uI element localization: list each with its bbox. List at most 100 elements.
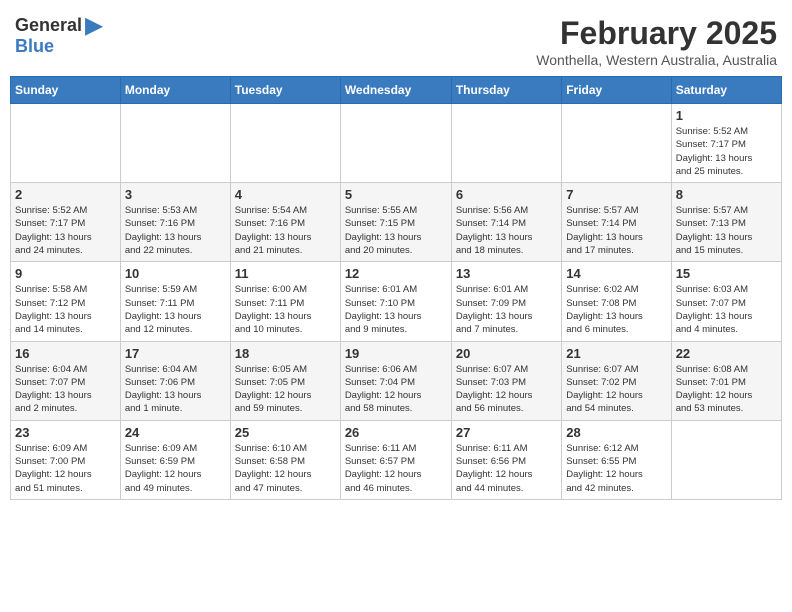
day-cell: 11 Sunrise: 6:00 AM Sunset: 7:11 PM Dayli… (230, 262, 340, 341)
day-cell: 10Sunrise: 5:59 AM Sunset: 7:11 PM Dayli… (120, 262, 230, 341)
weekday-header-thursday: Thursday (451, 77, 561, 104)
day-number: 17 (125, 346, 226, 361)
day-info: Sunrise: 6:10 AM Sunset: 6:58 PM Dayligh… (235, 442, 336, 495)
day-cell: 19Sunrise: 6:06 AM Sunset: 7:04 PM Dayli… (340, 341, 451, 420)
logo-blue-text: Blue (15, 36, 54, 56)
day-number: 28 (566, 425, 666, 440)
day-info: Sunrise: 6:07 AM Sunset: 7:03 PM Dayligh… (456, 363, 557, 416)
day-number: 22 (676, 346, 777, 361)
weekday-header-sunday: Sunday (11, 77, 121, 104)
day-number: 14 (566, 266, 666, 281)
day-info: Sunrise: 6:03 AM Sunset: 7:07 PM Dayligh… (676, 283, 777, 336)
weekday-header-row: SundayMondayTuesdayWednesdayThursdayFrid… (11, 77, 782, 104)
day-cell (120, 104, 230, 183)
weekday-header-monday: Monday (120, 77, 230, 104)
day-number: 15 (676, 266, 777, 281)
day-cell: 23 Sunrise: 6:09 AM Sunset: 7:00 PM Dayli… (11, 420, 121, 499)
week-row-2: 9 Sunrise: 5:58 AM Sunset: 7:12 PM Daylig… (11, 262, 782, 341)
day-cell: 26 Sunrise: 6:11 AM Sunset: 6:57 PM Dayli… (340, 420, 451, 499)
day-number: 11 (235, 266, 336, 281)
day-cell: 8Sunrise: 5:57 AM Sunset: 7:13 PM Daylig… (671, 183, 781, 262)
day-info: Sunrise: 5:56 AM Sunset: 7:14 PM Dayligh… (456, 204, 557, 257)
day-cell: 15 Sunrise: 6:03 AM Sunset: 7:07 PM Dayli… (671, 262, 781, 341)
day-number: 12 (345, 266, 447, 281)
day-number: 23 (15, 425, 116, 440)
day-number: 1 (676, 108, 777, 123)
day-number: 4 (235, 187, 336, 202)
day-number: 26 (345, 425, 447, 440)
day-info: Sunrise: 6:11 AM Sunset: 6:56 PM Dayligh… (456, 442, 557, 495)
day-cell: 27 Sunrise: 6:11 AM Sunset: 6:56 PM Dayli… (451, 420, 561, 499)
day-cell (562, 104, 671, 183)
day-cell: 7Sunrise: 5:57 AM Sunset: 7:14 PM Daylig… (562, 183, 671, 262)
day-cell: 13 Sunrise: 6:01 AM Sunset: 7:09 PM Dayli… (451, 262, 561, 341)
day-info: Sunrise: 6:08 AM Sunset: 7:01 PM Dayligh… (676, 363, 777, 416)
title-block: February 2025 Wonthella, Western Austral… (536, 15, 777, 68)
day-info: Sunrise: 6:11 AM Sunset: 6:57 PM Dayligh… (345, 442, 447, 495)
day-info: Sunrise: 6:04 AM Sunset: 7:07 PM Dayligh… (15, 363, 116, 416)
day-cell: 21 Sunrise: 6:07 AM Sunset: 7:02 PM Dayli… (562, 341, 671, 420)
day-info: Sunrise: 6:09 AM Sunset: 7:00 PM Dayligh… (15, 442, 116, 495)
logo-general-text: General (15, 15, 82, 35)
day-cell (340, 104, 451, 183)
day-cell: 16Sunrise: 6:04 AM Sunset: 7:07 PM Dayli… (11, 341, 121, 420)
day-number: 3 (125, 187, 226, 202)
day-info: Sunrise: 5:57 AM Sunset: 7:14 PM Dayligh… (566, 204, 666, 257)
month-title: February 2025 (536, 15, 777, 52)
location: Wonthella, Western Australia, Australia (536, 52, 777, 68)
day-cell: 24 Sunrise: 6:09 AM Sunset: 6:59 PM Dayli… (120, 420, 230, 499)
day-info: Sunrise: 6:12 AM Sunset: 6:55 PM Dayligh… (566, 442, 666, 495)
day-number: 9 (15, 266, 116, 281)
day-cell: 14 Sunrise: 6:02 AM Sunset: 7:08 PM Dayli… (562, 262, 671, 341)
day-info: Sunrise: 5:55 AM Sunset: 7:15 PM Dayligh… (345, 204, 447, 257)
day-number: 6 (456, 187, 557, 202)
day-info: Sunrise: 5:58 AM Sunset: 7:12 PM Dayligh… (15, 283, 116, 336)
day-cell: 1 Sunrise: 5:52 AM Sunset: 7:17 PM Daylig… (671, 104, 781, 183)
day-cell: 4 Sunrise: 5:54 AM Sunset: 7:16 PM Daylig… (230, 183, 340, 262)
weekday-header-wednesday: Wednesday (340, 77, 451, 104)
week-row-3: 16Sunrise: 6:04 AM Sunset: 7:07 PM Dayli… (11, 341, 782, 420)
day-cell: 6 Sunrise: 5:56 AM Sunset: 7:14 PM Daylig… (451, 183, 561, 262)
day-info: Sunrise: 5:54 AM Sunset: 7:16 PM Dayligh… (235, 204, 336, 257)
day-info: Sunrise: 5:59 AM Sunset: 7:11 PM Dayligh… (125, 283, 226, 336)
day-cell: 25 Sunrise: 6:10 AM Sunset: 6:58 PM Dayli… (230, 420, 340, 499)
day-cell: 12 Sunrise: 6:01 AM Sunset: 7:10 PM Dayli… (340, 262, 451, 341)
day-info: Sunrise: 6:00 AM Sunset: 7:11 PM Dayligh… (235, 283, 336, 336)
day-number: 2 (15, 187, 116, 202)
day-info: Sunrise: 6:07 AM Sunset: 7:02 PM Dayligh… (566, 363, 666, 416)
calendar-table: SundayMondayTuesdayWednesdayThursdayFrid… (10, 76, 782, 500)
day-info: Sunrise: 5:52 AM Sunset: 7:17 PM Dayligh… (676, 125, 777, 178)
day-info: Sunrise: 5:52 AM Sunset: 7:17 PM Dayligh… (15, 204, 116, 257)
day-info: Sunrise: 6:02 AM Sunset: 7:08 PM Dayligh… (566, 283, 666, 336)
day-info: Sunrise: 6:01 AM Sunset: 7:10 PM Dayligh… (345, 283, 447, 336)
day-cell (230, 104, 340, 183)
day-cell: 28 Sunrise: 6:12 AM Sunset: 6:55 PM Dayli… (562, 420, 671, 499)
day-info: Sunrise: 5:53 AM Sunset: 7:16 PM Dayligh… (125, 204, 226, 257)
day-cell (451, 104, 561, 183)
day-cell: 5Sunrise: 5:55 AM Sunset: 7:15 PM Daylig… (340, 183, 451, 262)
day-number: 18 (235, 346, 336, 361)
day-cell: 17 Sunrise: 6:04 AM Sunset: 7:06 PM Dayli… (120, 341, 230, 420)
day-info: Sunrise: 6:05 AM Sunset: 7:05 PM Dayligh… (235, 363, 336, 416)
day-cell: 2 Sunrise: 5:52 AM Sunset: 7:17 PM Daylig… (11, 183, 121, 262)
weekday-header-tuesday: Tuesday (230, 77, 340, 104)
day-info: Sunrise: 6:04 AM Sunset: 7:06 PM Dayligh… (125, 363, 226, 416)
day-number: 13 (456, 266, 557, 281)
day-cell: 18 Sunrise: 6:05 AM Sunset: 7:05 PM Dayli… (230, 341, 340, 420)
day-cell (11, 104, 121, 183)
day-info: Sunrise: 6:01 AM Sunset: 7:09 PM Dayligh… (456, 283, 557, 336)
day-cell (671, 420, 781, 499)
logo: General Blue (15, 15, 103, 57)
day-cell: 9 Sunrise: 5:58 AM Sunset: 7:12 PM Daylig… (11, 262, 121, 341)
day-cell: 22 Sunrise: 6:08 AM Sunset: 7:01 PM Dayli… (671, 341, 781, 420)
weekday-header-saturday: Saturday (671, 77, 781, 104)
day-number: 21 (566, 346, 666, 361)
day-number: 8 (676, 187, 777, 202)
calendar-header: General Blue February 2025 Wonthella, We… (10, 10, 782, 68)
day-number: 24 (125, 425, 226, 440)
day-info: Sunrise: 6:09 AM Sunset: 6:59 PM Dayligh… (125, 442, 226, 495)
weekday-header-friday: Friday (562, 77, 671, 104)
day-number: 25 (235, 425, 336, 440)
day-number: 19 (345, 346, 447, 361)
day-number: 27 (456, 425, 557, 440)
